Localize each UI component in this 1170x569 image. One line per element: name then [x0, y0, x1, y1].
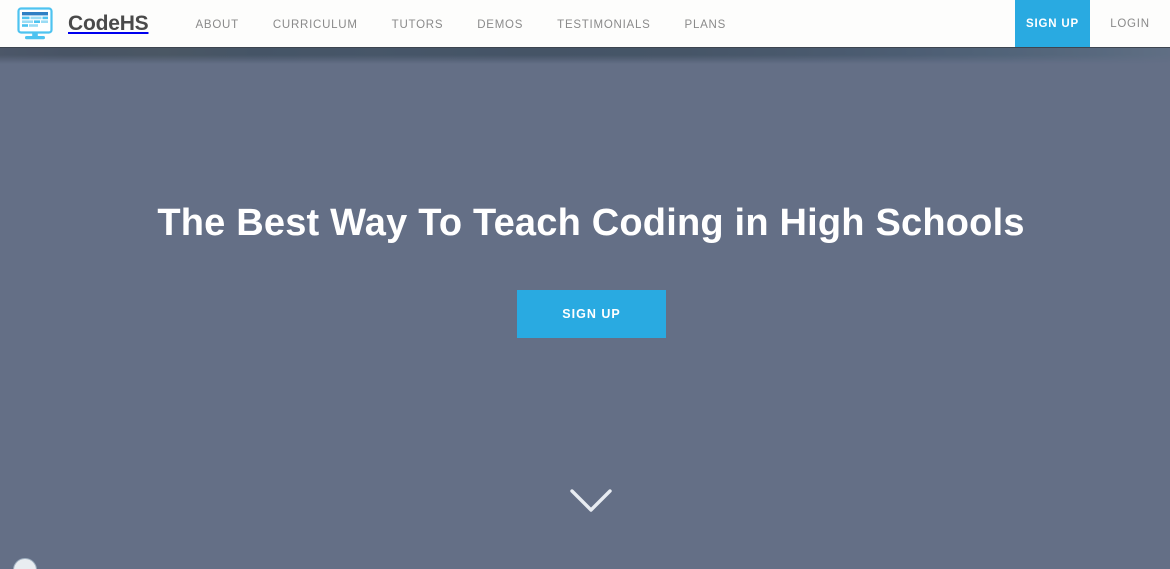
nav-item-tutors: TUTORS: [375, 15, 461, 33]
nav-link-about[interactable]: ABOUT: [178, 19, 255, 31]
page-root: CodeHS ABOUT CURRICULUM TUTORS DEMOS TES…: [0, 0, 1170, 569]
nav-link-curriculum[interactable]: CURRICULUM: [256, 19, 375, 31]
nav-link-testimonials[interactable]: TESTIMONIALS: [540, 19, 667, 31]
nav-item-demos: DEMOS: [460, 15, 540, 33]
navbar-signup-button[interactable]: SIGN UP: [1015, 0, 1090, 47]
navbar-login-link[interactable]: LOGIN: [1090, 0, 1170, 47]
hero-headline: The Best Way To Teach Coding in High Sch…: [157, 202, 1025, 244]
nav-link-plans[interactable]: PLANS: [668, 19, 743, 31]
brand-name: CodeHS: [68, 11, 149, 35]
navbar-spacer: [743, 0, 1015, 47]
brand-home-link[interactable]: CodeHS: [0, 0, 149, 47]
main-navbar: CodeHS ABOUT CURRICULUM TUTORS DEMOS TES…: [0, 0, 1170, 48]
hero-signup-button[interactable]: SIGN UP: [517, 290, 666, 338]
nav-item-about: ABOUT: [178, 15, 255, 33]
nav-item-curriculum: CURRICULUM: [256, 15, 375, 33]
scroll-down-indicator[interactable]: [0, 486, 1170, 516]
nav-item-testimonials: TESTIMONIALS: [540, 15, 667, 33]
navbar-account-actions: SIGN UP LOGIN: [1015, 0, 1170, 47]
nav-link-tutors[interactable]: TUTORS: [375, 19, 461, 31]
nav-item-plans: PLANS: [668, 15, 743, 33]
chevron-down-icon: [568, 486, 614, 516]
primary-nav: ABOUT CURRICULUM TUTORS DEMOS TESTIMONIA…: [178, 0, 743, 47]
hero-content: The Best Way To Teach Coding in High Sch…: [0, 48, 1170, 569]
hero-section: The Best Way To Teach Coding in High Sch…: [0, 48, 1170, 569]
nav-link-demos[interactable]: DEMOS: [460, 19, 540, 31]
computer-monitor-code-icon: [16, 6, 54, 41]
